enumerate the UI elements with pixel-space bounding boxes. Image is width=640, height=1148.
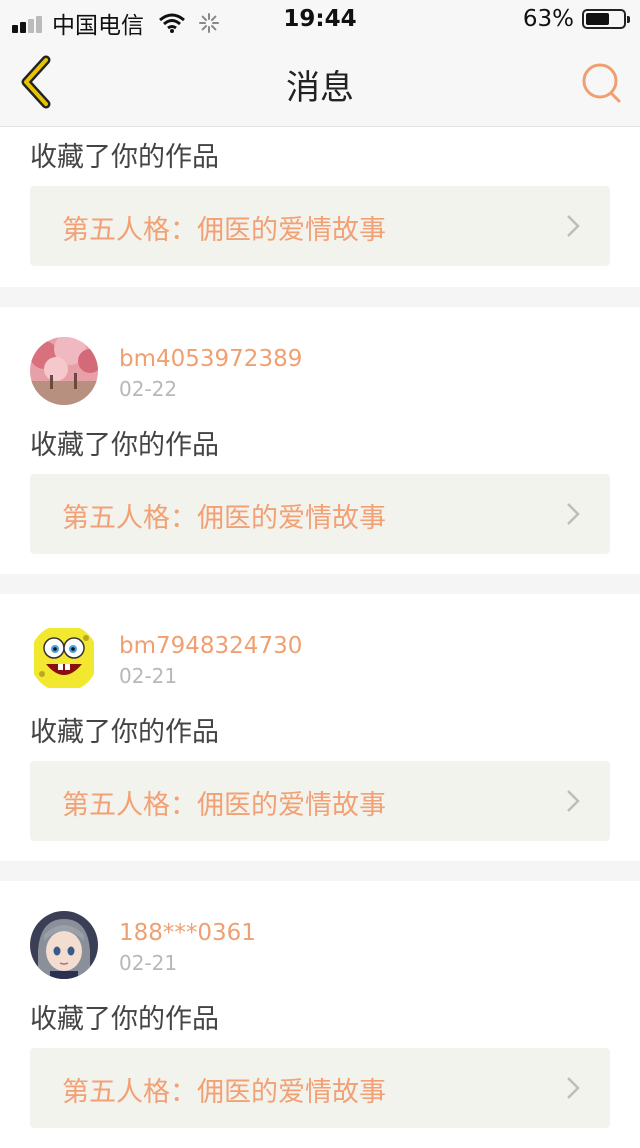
message-date: 02-21 bbox=[119, 951, 178, 975]
username[interactable]: bm4053972389 bbox=[119, 346, 302, 372]
avatar[interactable] bbox=[30, 624, 98, 692]
status-right: 63% bbox=[522, 6, 630, 32]
message-action: 收藏了你的作品 bbox=[30, 1004, 219, 1035]
sponge-character-avatar-image bbox=[30, 624, 98, 692]
message-item: bm7948324730 02-21 收藏了你的作品 第五人格：佣医的爱情故事 bbox=[0, 594, 640, 861]
anime-character-avatar-image bbox=[30, 911, 98, 979]
chevron-right-icon bbox=[567, 790, 580, 812]
divider bbox=[0, 574, 640, 594]
avatar[interactable] bbox=[30, 337, 98, 405]
work-title: 第五人格：佣医的爱情故事 bbox=[62, 215, 386, 246]
message-item: 188***0361 02-21 收藏了你的作品 第五人格：佣医的爱情故事 bbox=[0, 881, 640, 1148]
chevron-right-icon bbox=[567, 503, 580, 525]
message-item: 收藏了你的作品 第五人格：佣医的爱情故事 bbox=[0, 127, 640, 287]
divider bbox=[0, 861, 640, 881]
username[interactable]: bm7948324730 bbox=[119, 633, 302, 659]
message-action: 收藏了你的作品 bbox=[30, 430, 219, 461]
page-title: 消息 bbox=[286, 68, 354, 108]
status-bar: 中国电信 19:44 63% bbox=[0, 0, 640, 40]
work-link[interactable]: 第五人格：佣医的爱情故事 bbox=[30, 186, 610, 266]
battery-fill bbox=[586, 13, 609, 25]
battery-icon bbox=[582, 9, 630, 29]
message-action: 收藏了你的作品 bbox=[30, 142, 219, 173]
work-title: 第五人格：佣医的爱情故事 bbox=[62, 503, 386, 534]
chevron-right-icon bbox=[567, 215, 580, 237]
avatar[interactable] bbox=[30, 911, 98, 979]
search-button[interactable] bbox=[578, 60, 624, 106]
search-icon bbox=[582, 63, 621, 103]
battery-percent: 63% bbox=[522, 6, 574, 32]
chevron-right-icon bbox=[567, 1077, 580, 1099]
work-link[interactable]: 第五人格：佣医的爱情故事 bbox=[30, 761, 610, 841]
divider bbox=[0, 287, 640, 307]
message-item: bm4053972389 02-22 收藏了你的作品 第五人格：佣医的爱情故事 bbox=[0, 307, 640, 574]
message-date: 02-21 bbox=[119, 664, 178, 688]
work-title: 第五人格：佣医的爱情故事 bbox=[62, 790, 386, 821]
work-link[interactable]: 第五人格：佣医的爱情故事 bbox=[30, 474, 610, 554]
navigation-bar: 消息 bbox=[0, 40, 640, 127]
cherry-blossom-avatar-image bbox=[30, 337, 98, 405]
message-action: 收藏了你的作品 bbox=[30, 717, 219, 748]
username[interactable]: 188***0361 bbox=[119, 920, 256, 946]
work-link[interactable]: 第五人格：佣医的爱情故事 bbox=[30, 1048, 610, 1128]
work-title: 第五人格：佣医的爱情故事 bbox=[62, 1077, 386, 1108]
message-date: 02-22 bbox=[119, 377, 178, 401]
message-list: 收藏了你的作品 第五人格：佣医的爱情故事 bm4053972389 02-22 … bbox=[0, 127, 640, 1148]
